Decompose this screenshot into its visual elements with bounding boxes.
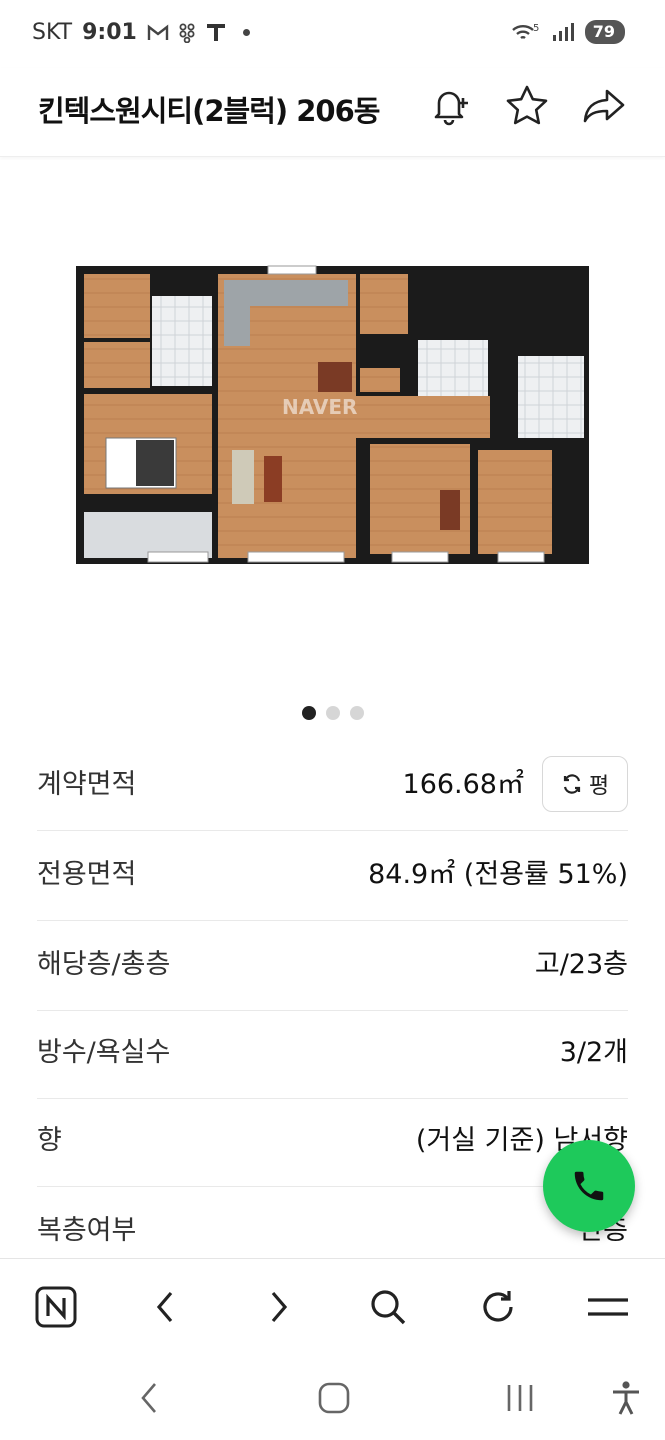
search-icon[interactable] xyxy=(366,1285,410,1329)
unit-toggle-label: 평 xyxy=(588,774,610,799)
rooms-row: 방수/욕실수 3/2개 xyxy=(37,1008,628,1099)
battery-indicator: 79 xyxy=(584,20,625,44)
t-app-icon xyxy=(206,23,225,41)
rooms-label: 방수/욕실수 xyxy=(37,1037,171,1068)
floor-plan-drawing: NAVER xyxy=(76,265,589,564)
accessibility-icon[interactable] xyxy=(604,1376,648,1420)
browser-toolbar xyxy=(0,1258,665,1355)
status-right: 5 79 xyxy=(511,20,625,44)
page-title: 킨텍스원시티(2블럭) 206동 xyxy=(38,94,380,128)
plan-watermark: NAVER xyxy=(282,395,357,419)
status-left: SKT 9:01 xyxy=(32,20,250,45)
signal-icon xyxy=(552,23,574,41)
exclusive-area-row: 전용면적 84.9㎡ (전용률 51%) xyxy=(37,830,628,921)
notification-dot xyxy=(242,29,250,36)
floor-plan-image[interactable]: NAVER xyxy=(0,160,665,680)
star-icon[interactable] xyxy=(503,82,551,130)
share-icon[interactable] xyxy=(580,82,628,130)
forward-icon[interactable] xyxy=(256,1285,300,1329)
wifi-5g-icon: 5 xyxy=(511,23,539,40)
bell-plus-icon[interactable] xyxy=(427,82,475,130)
gallery-dot-3[interactable] xyxy=(349,706,364,720)
rooms-value: 3/2개 xyxy=(559,1037,628,1068)
svg-text:5: 5 xyxy=(533,23,539,34)
carrier-label: SKT xyxy=(32,20,73,45)
app-header: 킨텍스원시티(2블럭) 206동 xyxy=(0,68,665,157)
dots-grid-icon xyxy=(179,23,195,43)
exclusive-area-value: 84.9㎡ (전용률 51%) xyxy=(368,859,628,890)
gallery-dot-1[interactable] xyxy=(301,706,316,720)
refresh-icon[interactable] xyxy=(476,1285,520,1329)
nav-home-icon[interactable] xyxy=(312,1376,356,1420)
system-nav-bar xyxy=(0,1354,665,1440)
direction-row: 향 (거실 기준) 남서향 xyxy=(37,1096,628,1187)
clock: 9:01 xyxy=(82,20,137,45)
phone-icon xyxy=(574,1171,604,1201)
nav-back-icon[interactable] xyxy=(128,1376,172,1420)
call-button[interactable] xyxy=(543,1140,635,1232)
floor-value: 고/23층 xyxy=(534,949,628,980)
gallery-pagination xyxy=(0,706,665,720)
nav-recents-icon[interactable] xyxy=(498,1376,542,1420)
direction-label: 향 xyxy=(37,1125,62,1156)
exclusive-area-label: 전용면적 xyxy=(37,859,137,890)
unit-toggle-button[interactable]: 평 xyxy=(542,756,628,812)
contract-area-label: 계약면적 xyxy=(37,769,137,800)
contract-area-value: 166.68㎡ xyxy=(402,769,524,800)
floor-label: 해당층/총층 xyxy=(37,949,171,980)
floor-row: 해당층/총층 고/23층 xyxy=(37,920,628,1011)
gmail-icon xyxy=(147,24,169,40)
status-bar: SKT 9:01 5 79 xyxy=(0,0,665,68)
menu-icon[interactable] xyxy=(586,1285,630,1329)
contract-area-row: 계약면적 166.68㎡ 평 xyxy=(37,740,628,831)
swap-icon xyxy=(563,774,580,794)
naver-home-icon[interactable] xyxy=(34,1285,78,1329)
back-icon[interactable] xyxy=(144,1285,188,1329)
gallery-dot-2[interactable] xyxy=(325,706,340,720)
